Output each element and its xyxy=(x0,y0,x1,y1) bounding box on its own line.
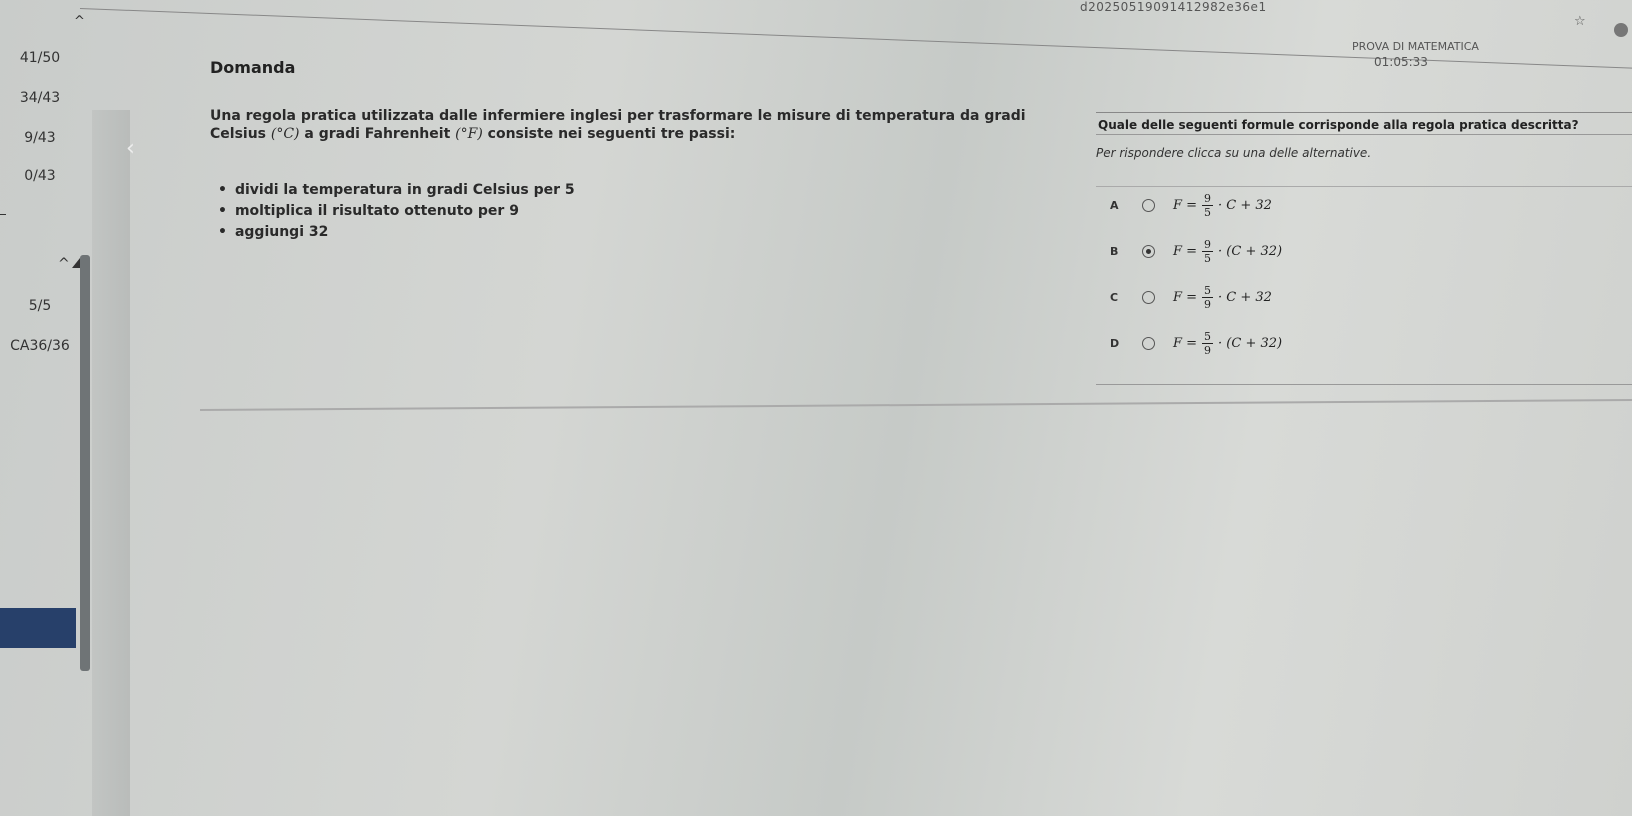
extension-icon[interactable] xyxy=(1614,23,1628,37)
answer-panel-top-rule xyxy=(1096,112,1632,113)
sidebar-score-3[interactable]: 9/43 xyxy=(0,130,80,146)
chevron-up-icon[interactable]: ^ xyxy=(74,14,85,29)
answer-hint: Per rispondere clicca su una delle alter… xyxy=(1096,146,1372,160)
sidebar: ^ 41/50 34/43 9/43 0/43 ^ 5/5 CA36/36 xyxy=(0,0,88,816)
steps-list: dividi la temperatura in gradi Celsius p… xyxy=(218,180,575,243)
sidebar-score-1[interactable]: 41/50 xyxy=(0,50,80,66)
question-heading: Domanda xyxy=(210,58,296,77)
bookmark-star-icon[interactable]: ☆ xyxy=(1574,14,1586,29)
option-formula: F = 95 · (C + 32) xyxy=(1173,237,1283,265)
step-item: aggiungi 32 xyxy=(218,222,575,243)
sidebar-score-2[interactable]: 34/43 xyxy=(0,90,80,106)
sidebar-scrollbar[interactable] xyxy=(80,255,90,671)
option-d[interactable]: D F = 59 · (C + 32) xyxy=(1110,326,1282,360)
step-item: dividi la temperatura in gradi Celsius p… xyxy=(218,180,575,201)
option-formula: F = 59 · C + 32 xyxy=(1173,283,1272,311)
answer-panel-rule xyxy=(1096,186,1632,187)
option-letter: A xyxy=(1110,198,1119,212)
option-b[interactable]: B F = 95 · (C + 32) xyxy=(1110,234,1282,268)
sidebar-divider xyxy=(0,214,6,215)
option-c[interactable]: C F = 59 · C + 32 xyxy=(1110,280,1272,314)
question-text: Una regola pratica utilizzata dalle infe… xyxy=(210,107,1080,143)
url-bar[interactable]: d20250519091412982e36e1 xyxy=(1080,0,1267,14)
sidebar-score-6[interactable]: CA36/36 xyxy=(0,338,80,354)
answer-panel-rule xyxy=(1096,134,1632,135)
option-formula: F = 95 · C + 32 xyxy=(1173,191,1272,219)
option-a[interactable]: A F = 95 · C + 32 xyxy=(1110,188,1272,222)
option-letter: C xyxy=(1110,290,1119,304)
step-item: moltiplica il risultato ottenuto per 9 xyxy=(218,201,575,222)
sidebar-score-5[interactable]: 5/5 xyxy=(0,298,80,314)
answer-panel-bottom-rule xyxy=(1096,384,1632,385)
fahrenheit-symbol: (°F) xyxy=(455,126,483,142)
exam-timer: 01:05:33 xyxy=(1374,55,1428,69)
question-text-part2: a gradi Fahrenheit xyxy=(304,126,451,142)
radio-button-a[interactable] xyxy=(1142,198,1155,212)
chevron-left-icon[interactable]: ‹ xyxy=(126,136,135,161)
exam-status: PROVA DI MATEMATICA 01:05:33 xyxy=(1352,40,1479,69)
radio-button-d[interactable] xyxy=(1142,336,1155,350)
option-formula: F = 59 · (C + 32) xyxy=(1173,329,1283,357)
celsius-symbol: (°C) xyxy=(270,126,300,142)
option-letter: B xyxy=(1110,244,1119,258)
radio-button-b[interactable] xyxy=(1142,244,1155,258)
content-left-gutter xyxy=(92,110,130,816)
sidebar-active-block[interactable] xyxy=(0,608,76,648)
chevron-up-icon[interactable]: ^ xyxy=(58,256,70,272)
sidebar-score-4[interactable]: 0/43 xyxy=(0,168,80,184)
option-letter: D xyxy=(1110,336,1120,350)
content-bottom-rule xyxy=(200,399,1632,411)
radio-button-c[interactable] xyxy=(1142,290,1155,304)
question-text-part3: consiste nei seguenti tre passi: xyxy=(487,126,736,142)
answer-prompt: Quale delle seguenti formule corrisponde… xyxy=(1098,118,1579,132)
exam-title: PROVA DI MATEMATICA xyxy=(1352,40,1479,53)
